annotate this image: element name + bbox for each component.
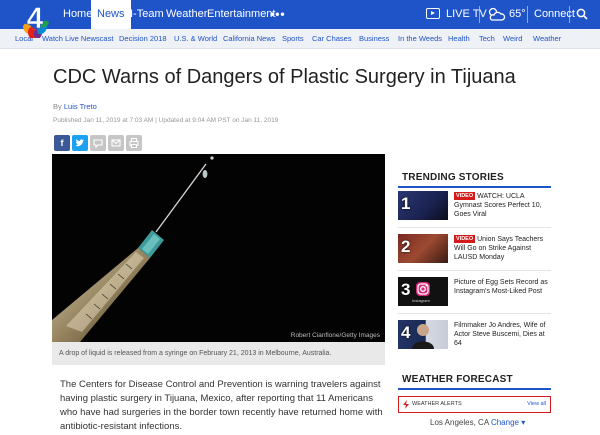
nav-more-button[interactable]: ••• <box>270 0 286 29</box>
divider <box>398 270 551 271</box>
syringe-image <box>52 154 385 342</box>
article-headline: CDC Warns of Dangers of Plastic Surgery … <box>53 66 516 88</box>
photo-caption: A drop of liquid is released from a syri… <box>52 342 385 365</box>
print-share-button[interactable] <box>126 135 142 151</box>
subnav-weather[interactable]: Weather <box>533 29 561 49</box>
nav-divider <box>479 6 480 23</box>
twitter-icon <box>76 139 84 147</box>
top-navigation-bar: Home News I-Team Weather Entertainment •… <box>0 0 600 29</box>
author-link[interactable]: Luis Treto <box>64 102 97 111</box>
trending-text: VIDEO WATCH: UCLA Gymnast Scores Perfect … <box>454 192 551 219</box>
subnav-california-news[interactable]: California News <box>223 29 276 49</box>
video-badge: VIDEO <box>454 192 476 200</box>
subnav-sports[interactable]: Sports <box>282 29 304 49</box>
twitter-share-button[interactable] <box>72 135 88 151</box>
svg-text:4: 4 <box>27 2 44 35</box>
subnav-tech[interactable]: Tech <box>479 29 495 49</box>
lightning-icon <box>403 400 409 409</box>
trending-text: VIDEO Union Says Teachers Will Go on Stri… <box>454 235 551 262</box>
trending-thumbnail: 1 <box>398 191 448 220</box>
temperature-readout[interactable]: 65° <box>509 0 526 29</box>
section-subnavigation: Local Watch Live Newscast Decision 2018 … <box>0 29 600 49</box>
trending-heading: TRENDING STORIES <box>402 172 504 183</box>
weather-forecast-heading: WEATHER FORECAST <box>402 374 513 385</box>
instagram-caption: Instagram <box>412 298 430 303</box>
rank-number: 4 <box>401 323 411 342</box>
weather-location: Los Angeles, CA Change ▾ <box>430 418 525 427</box>
instagram-icon <box>416 282 430 296</box>
live-tv-icon[interactable] <box>426 8 440 19</box>
person-silhouette <box>412 324 434 349</box>
byline-prefix: By <box>53 102 62 111</box>
facebook-share-button[interactable]: f <box>54 135 70 151</box>
trending-item-3[interactable]: 3 Instagram Picture of Egg Sets Record a… <box>398 277 551 310</box>
trending-thumbnail: 4 <box>398 320 448 349</box>
subnav-car-chases[interactable]: Car Chases <box>312 29 352 49</box>
trending-headline: Filmmaker Jo Andres, Wife of Actor Steve… <box>454 322 546 347</box>
subnav-decision-2018[interactable]: Decision 2018 <box>119 29 167 49</box>
rank-number: 3 <box>401 280 411 299</box>
photo-credit: Robert Cianflone/Getty Images <box>290 332 380 339</box>
email-share-button[interactable] <box>108 135 124 151</box>
trending-text: Picture of Egg Sets Record as Instagram'… <box>454 278 551 296</box>
search-icon[interactable] <box>576 8 588 20</box>
divider <box>398 227 551 228</box>
subnav-health[interactable]: Health <box>448 29 470 49</box>
trending-text: Filmmaker Jo Andres, Wife of Actor Steve… <box>454 321 551 348</box>
nbc4-logo[interactable]: 4 <box>17 2 53 38</box>
subnav-business[interactable]: Business <box>359 29 389 49</box>
video-badge: VIDEO <box>454 235 476 243</box>
comment-icon <box>93 139 103 149</box>
weather-alerts-bar[interactable]: WEATHER ALERTS View all <box>398 396 551 413</box>
trending-item-1[interactable]: 1 VIDEO WATCH: UCLA Gymnast Scores Perfec… <box>398 191 551 224</box>
partly-cloudy-icon[interactable] <box>486 6 506 22</box>
subnav-in-the-weeds[interactable]: In the Weeds <box>398 29 442 49</box>
trending-item-2[interactable]: 2 VIDEO Union Says Teachers Will Go on St… <box>398 234 551 267</box>
trending-headline: Picture of Egg Sets Record as Instagram'… <box>454 279 548 295</box>
trending-thumbnail: 3 Instagram <box>398 277 448 306</box>
comment-share-button[interactable] <box>90 135 106 151</box>
subnav-us-world[interactable]: U.S. & World <box>174 29 217 49</box>
live-tv-link[interactable]: LIVE TV <box>446 0 487 29</box>
view-all-link[interactable]: View all <box>527 397 546 412</box>
email-icon <box>111 139 121 147</box>
nav-divider <box>527 6 528 23</box>
weather-alerts-label: WEATHER ALERTS <box>412 401 462 407</box>
print-icon <box>129 138 139 148</box>
subnav-weird[interactable]: Weird <box>503 29 522 49</box>
article-photo[interactable]: Robert Cianflone/Getty Images <box>52 154 385 342</box>
weather-rule <box>398 388 551 390</box>
trending-item-4[interactable]: 4 Filmmaker Jo Andres, Wife of Actor Ste… <box>398 320 551 353</box>
trending-rule <box>398 186 551 188</box>
divider <box>398 313 551 314</box>
nav-divider <box>569 6 570 23</box>
article-body: The Centers for Disease Control and Prev… <box>60 379 383 432</box>
article-byline: By Luis Treto <box>53 102 97 111</box>
article-dateline: Published Jan 11, 2019 at 7:03 AM | Upda… <box>53 117 279 124</box>
trending-thumbnail: 2 <box>398 234 448 263</box>
rank-number: 2 <box>401 237 411 256</box>
location-name: Los Angeles, CA <box>430 418 489 427</box>
rank-number: 1 <box>401 194 411 213</box>
change-location-link[interactable]: Change ▾ <box>491 418 525 427</box>
